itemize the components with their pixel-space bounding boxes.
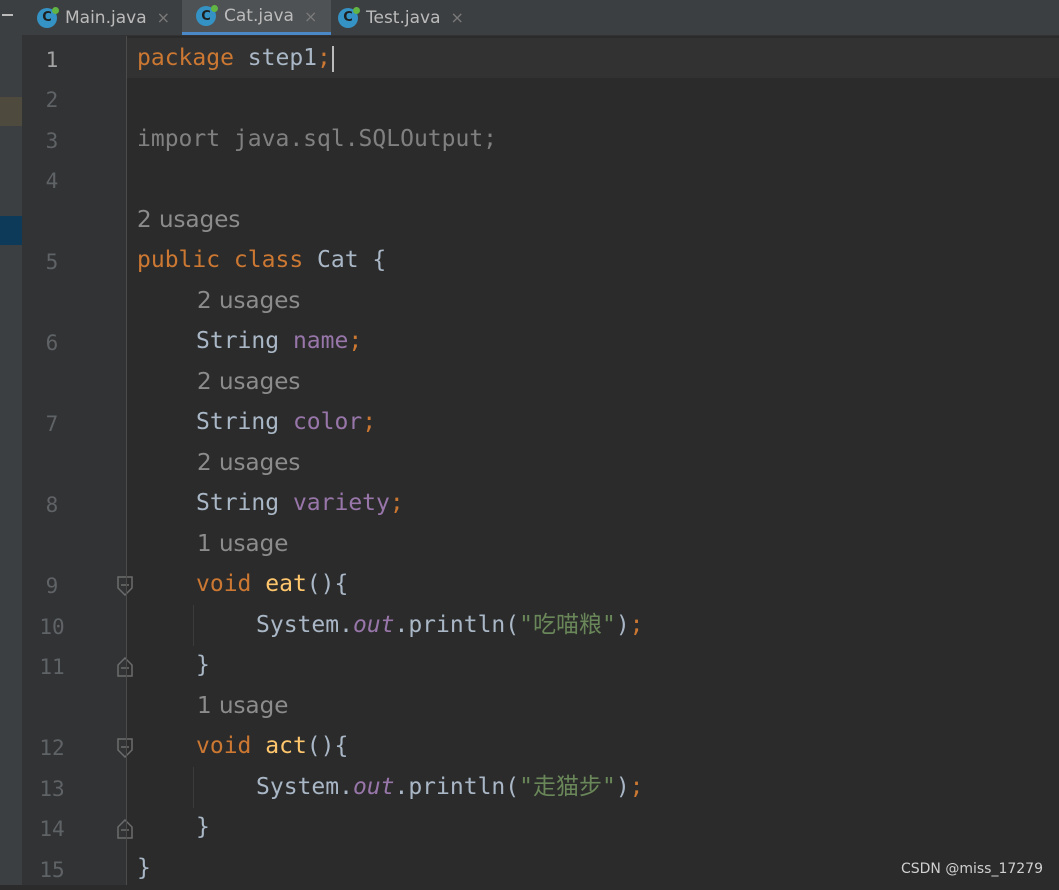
line-number-gutter[interactable]: 1 2 3 4 5 6 7 8 9 10 11 12 13 14 15	[22, 36, 133, 885]
method-parens: (){	[306, 571, 349, 597]
tab-label: Test.java	[366, 7, 441, 28]
keyword: void	[196, 733, 266, 759]
usages-hint[interactable]: 2 usages	[197, 362, 300, 402]
fold-end-icon[interactable]	[117, 657, 133, 677]
close-icon[interactable]: ×	[451, 8, 464, 27]
code-line-13[interactable]: System.out.println("走猫步");	[256, 767, 644, 807]
java-class-icon: C	[37, 6, 59, 28]
field-name: name	[292, 328, 349, 354]
code-line-14[interactable]: }	[196, 807, 210, 847]
tab-main-java[interactable]: C Main.java ×	[37, 0, 170, 35]
usages-hint[interactable]: 2 usages	[197, 281, 300, 321]
line-number: 4	[45, 169, 59, 193]
line-number: 15	[39, 858, 65, 882]
system-ref: System.	[256, 774, 353, 800]
line-number: 8	[45, 493, 59, 517]
line-number: 13	[39, 777, 65, 801]
line-number: 12	[39, 736, 65, 760]
string-literal: "走猫步"	[519, 774, 616, 800]
code-line-10[interactable]: System.out.println("吃喵粮");	[256, 605, 644, 645]
text-caret	[331, 45, 334, 72]
line-number: 3	[45, 129, 59, 153]
static-field: out	[352, 774, 395, 800]
semicolon: ;	[317, 45, 331, 71]
method-parens: (){	[306, 733, 349, 759]
tab-test-java[interactable]: C Test.java ×	[338, 0, 464, 35]
code-line-15[interactable]: }	[137, 848, 151, 888]
code-line-7[interactable]: String color;	[196, 402, 376, 442]
close-icon[interactable]: ×	[304, 7, 317, 26]
code-line-5[interactable]: public class Cat {	[137, 240, 386, 280]
code-line-8[interactable]: String variety;	[196, 483, 404, 523]
tab-cat-java[interactable]: C Cat.java ×	[182, 0, 332, 35]
semicolon: ;	[348, 328, 363, 354]
line-number: 1	[45, 48, 59, 72]
line-number: 2	[45, 88, 59, 112]
close-paren: )	[615, 774, 630, 800]
minimize-icon[interactable]	[2, 14, 13, 16]
editor-tab-bar: C Main.java × C Cat.java × C Test.java ×	[22, 0, 1059, 36]
close-icon[interactable]: ×	[157, 8, 170, 27]
semicolon: ;	[629, 774, 644, 800]
system-ref: System.	[256, 612, 353, 638]
selection-marker	[0, 216, 22, 245]
keyword: public class	[137, 247, 304, 273]
code-line-9[interactable]: void eat(){	[196, 564, 348, 604]
usages-hint[interactable]: 2 usages	[137, 200, 240, 240]
method-name: act	[265, 733, 307, 759]
fold-arrow-icon[interactable]	[117, 738, 133, 758]
java-class-icon: C	[196, 5, 218, 26]
line-number: 14	[39, 817, 65, 841]
usages-hint[interactable]: 1 usage	[197, 686, 288, 726]
code-line-6[interactable]: String name;	[196, 321, 362, 361]
line-number: 5	[45, 250, 59, 274]
keyword: package	[137, 45, 234, 71]
static-field: out	[352, 612, 395, 638]
line-number: 6	[45, 331, 59, 355]
line-number: 11	[39, 655, 65, 679]
indent-guide	[193, 767, 194, 808]
watermark: CSDN @miss_17279	[900, 861, 1043, 877]
gutter-separator	[126, 36, 127, 885]
line-number: 7	[45, 412, 59, 436]
close-paren: )	[615, 612, 630, 638]
method-call: .println(	[394, 774, 520, 800]
tab-label: Main.java	[65, 7, 147, 28]
keyword: void	[196, 571, 266, 597]
code-line-11[interactable]: }	[196, 645, 210, 685]
project-tool-strip	[0, 0, 22, 885]
java-class-icon: C	[338, 6, 360, 28]
fold-arrow-icon[interactable]	[117, 576, 133, 596]
usages-hint[interactable]: 2 usages	[197, 443, 300, 483]
field-name: variety	[292, 490, 390, 516]
semicolon: ;	[629, 612, 644, 638]
code-line-1[interactable]: package step1;	[137, 38, 334, 78]
class-name: Cat {	[303, 247, 387, 273]
semicolon: ;	[389, 490, 404, 516]
line-number: 10	[39, 615, 65, 639]
field-name: color	[292, 409, 363, 435]
code-line-12[interactable]: void act(){	[196, 726, 348, 766]
tab-label: Cat.java	[224, 6, 294, 26]
method-call: .println(	[394, 612, 520, 638]
fold-end-icon[interactable]	[117, 819, 133, 839]
line-number: 9	[45, 574, 59, 598]
type-name: String	[196, 409, 293, 435]
type-name: String	[196, 490, 293, 516]
code-line-3[interactable]: import java.sql.SQLOutput;	[137, 119, 497, 159]
type-name: String	[196, 328, 293, 354]
method-name: eat	[265, 571, 307, 597]
bookmark-marker	[0, 97, 22, 126]
package-name: step1	[233, 45, 318, 71]
usages-hint[interactable]: 1 usage	[197, 524, 288, 564]
string-literal: "吃喵粮"	[519, 612, 616, 638]
semicolon: ;	[362, 409, 377, 435]
indent-guide	[193, 605, 194, 646]
